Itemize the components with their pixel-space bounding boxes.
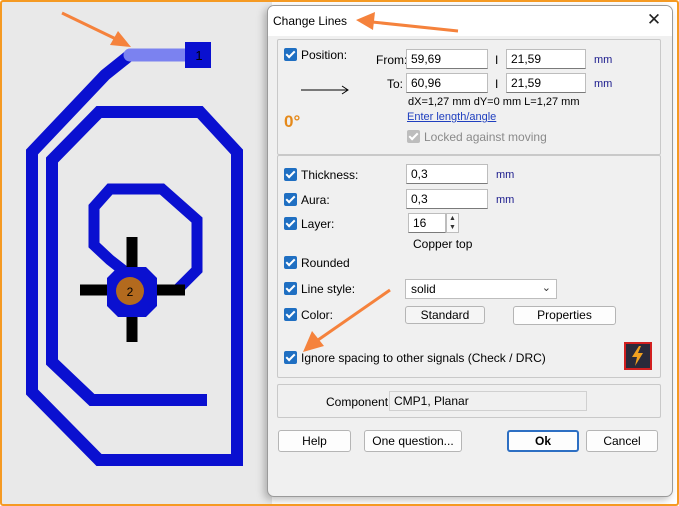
question-button[interactable]: One question... xyxy=(364,430,462,452)
ok-button[interactable]: Ok xyxy=(507,430,579,452)
from-separator: I xyxy=(495,53,499,67)
position-label: Position: xyxy=(301,48,348,62)
to-separator: I xyxy=(495,77,499,91)
enter-length-angle-link[interactable]: Enter length/angle xyxy=(407,111,496,123)
to-label: To: xyxy=(387,77,404,91)
thickness-field[interactable]: 0,3 xyxy=(406,164,488,184)
rounded-label: Rounded xyxy=(301,256,350,270)
thickness-label: Thickness: xyxy=(301,168,359,182)
to-unit: mm xyxy=(594,78,613,90)
thickness-checkbox[interactable] xyxy=(284,168,297,181)
linestyle-checkbox[interactable] xyxy=(284,282,297,295)
layer-field[interactable]: 16 xyxy=(408,213,446,233)
properties-button[interactable]: Properties xyxy=(513,306,616,325)
to-y-field[interactable]: 21,59 xyxy=(506,73,586,93)
color-label: Color: xyxy=(301,308,334,322)
from-unit: mm xyxy=(594,54,613,66)
direction-arrow-icon xyxy=(301,85,349,95)
deltas-readout: dX=1,27 mm dY=0 mm L=1,27 mm xyxy=(408,96,580,108)
standard-button[interactable]: Standard xyxy=(405,306,485,324)
ignore-spacing-label: Ignore spacing to other signals (Check /… xyxy=(301,351,546,365)
to-x-field[interactable]: 60,96 xyxy=(406,73,488,93)
angle-readout: 0° xyxy=(284,112,301,131)
pcb-canvas[interactable]: 1 2 xyxy=(2,2,272,504)
title-bar: Change Lines ✕ xyxy=(268,6,672,36)
chevron-down-icon: ⌄ xyxy=(541,282,551,294)
position-checkbox[interactable] xyxy=(284,48,297,61)
layer-checkbox[interactable] xyxy=(284,217,297,230)
change-lines-dialog: Change Lines ✕ Position: From: 59,69 I 2… xyxy=(267,5,673,497)
locked-checkbox[interactable] xyxy=(407,130,420,143)
aura-unit: mm xyxy=(496,194,515,206)
drc-lightning-icon[interactable] xyxy=(624,342,652,370)
dialog-title: Change Lines xyxy=(273,14,348,28)
close-icon[interactable]: ✕ xyxy=(644,10,664,30)
ignore-spacing-checkbox[interactable] xyxy=(284,351,297,364)
aura-label: Aura: xyxy=(301,193,330,207)
layer-up-icon[interactable]: ▲ xyxy=(447,214,458,223)
component-label: Component: xyxy=(326,395,392,409)
from-y-field[interactable]: 21,59 xyxy=(506,49,586,69)
thickness-unit: mm xyxy=(496,169,515,181)
layer-down-icon[interactable]: ▼ xyxy=(447,223,458,232)
pad-1-label: 1 xyxy=(195,48,202,63)
linestyle-value: solid xyxy=(411,282,436,296)
cancel-button[interactable]: Cancel xyxy=(586,430,658,452)
pcb-drawing[interactable]: 1 2 xyxy=(2,2,272,504)
locked-label: Locked against moving xyxy=(424,130,547,144)
from-x-field[interactable]: 59,69 xyxy=(406,49,488,69)
aura-field[interactable]: 0,3 xyxy=(406,189,488,209)
from-label: From: xyxy=(376,53,408,67)
rounded-checkbox[interactable] xyxy=(284,256,297,269)
layer-stepper[interactable]: ▲ ▼ xyxy=(446,213,459,233)
help-button[interactable]: Help xyxy=(278,430,351,452)
color-checkbox[interactable] xyxy=(284,308,297,321)
linestyle-select[interactable]: solid ⌄ xyxy=(405,279,557,299)
pad-2-label: 2 xyxy=(127,285,134,299)
layer-name: Copper top xyxy=(413,237,473,251)
layer-label: Layer: xyxy=(301,217,335,231)
component-field: CMP1, Planar xyxy=(389,391,587,411)
aura-checkbox[interactable] xyxy=(284,193,297,206)
linestyle-label: Line style: xyxy=(301,282,356,296)
